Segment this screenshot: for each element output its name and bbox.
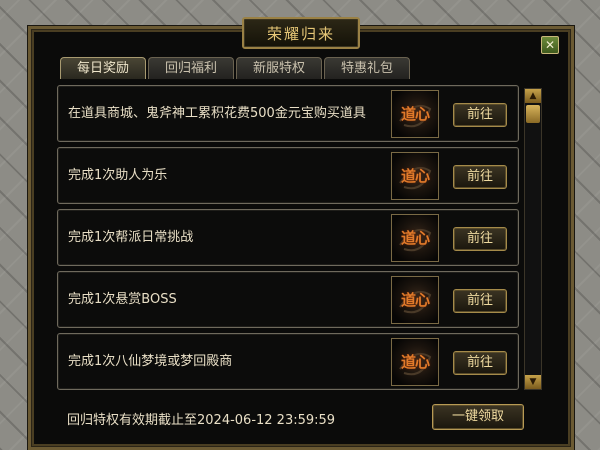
task-description: 完成1次帮派日常挑战 [68,230,194,245]
go-button[interactable]: 前往 [453,351,507,375]
task-list: 在道具商城、鬼斧神工累积花费500金元宝购买道具 道心 前往 完成1次助人为乐 … [57,85,521,392]
go-button[interactable]: 前往 [453,227,507,251]
scroll-down-icon[interactable]: ▼ [525,375,541,389]
task-description: 完成1次八仙梦境或梦回殿商 [68,354,233,369]
reward-label: 道心 [400,291,430,309]
scroll-up-icon[interactable]: ▲ [525,89,541,103]
reward-item-icon[interactable]: 道心 [391,152,439,200]
reward-item-icon[interactable]: 道心 [391,214,439,262]
reward-label: 道心 [400,167,430,185]
reward-item-icon[interactable]: 道心 [391,90,439,138]
task-scrollbar[interactable]: ▲ ▼ [524,88,542,390]
tab-daily-rewards[interactable]: 每日奖励 [60,57,146,79]
task-row: 完成1次助人为乐 道心 前往 [57,147,519,204]
scroll-thumb[interactable] [526,105,540,123]
task-description: 完成1次助人为乐 [68,168,168,183]
expiry-notice: 回归特权有效期截止至2024-06-12 23:59:59 [67,413,336,428]
tab-new-server-privileges[interactable]: 新服特权 [236,57,322,79]
task-row: 完成1次帮派日常挑战 道心 前往 [57,209,519,266]
task-row: 在道具商城、鬼斧神工累积花费500金元宝购买道具 道心 前往 [57,85,519,142]
task-description: 在道具商城、鬼斧神工累积花费500金元宝购买道具 [68,106,366,121]
reward-label: 道心 [400,229,430,247]
reward-item-icon[interactable]: 道心 [391,276,439,324]
task-description: 完成1次悬赏BOSS [68,292,177,307]
window-title: 荣耀归来 [242,17,360,49]
reward-label: 道心 [400,105,430,123]
close-button[interactable]: ✕ [541,36,559,54]
go-button[interactable]: 前往 [453,165,507,189]
tab-return-benefits[interactable]: 回归福利 [148,57,234,79]
task-row: 完成1次悬赏BOSS 道心 前往 [57,271,519,328]
reward-item-icon[interactable]: 道心 [391,338,439,386]
task-row: 完成1次八仙梦境或梦回殿商 道心 前往 [57,333,519,390]
reward-label: 道心 [400,353,430,371]
tab-special-packs[interactable]: 特惠礼包 [324,57,410,79]
go-button[interactable]: 前往 [453,289,507,313]
close-icon: ✕ [544,38,556,52]
go-button[interactable]: 前往 [453,103,507,127]
claim-all-button[interactable]: 一键领取 [432,404,524,430]
